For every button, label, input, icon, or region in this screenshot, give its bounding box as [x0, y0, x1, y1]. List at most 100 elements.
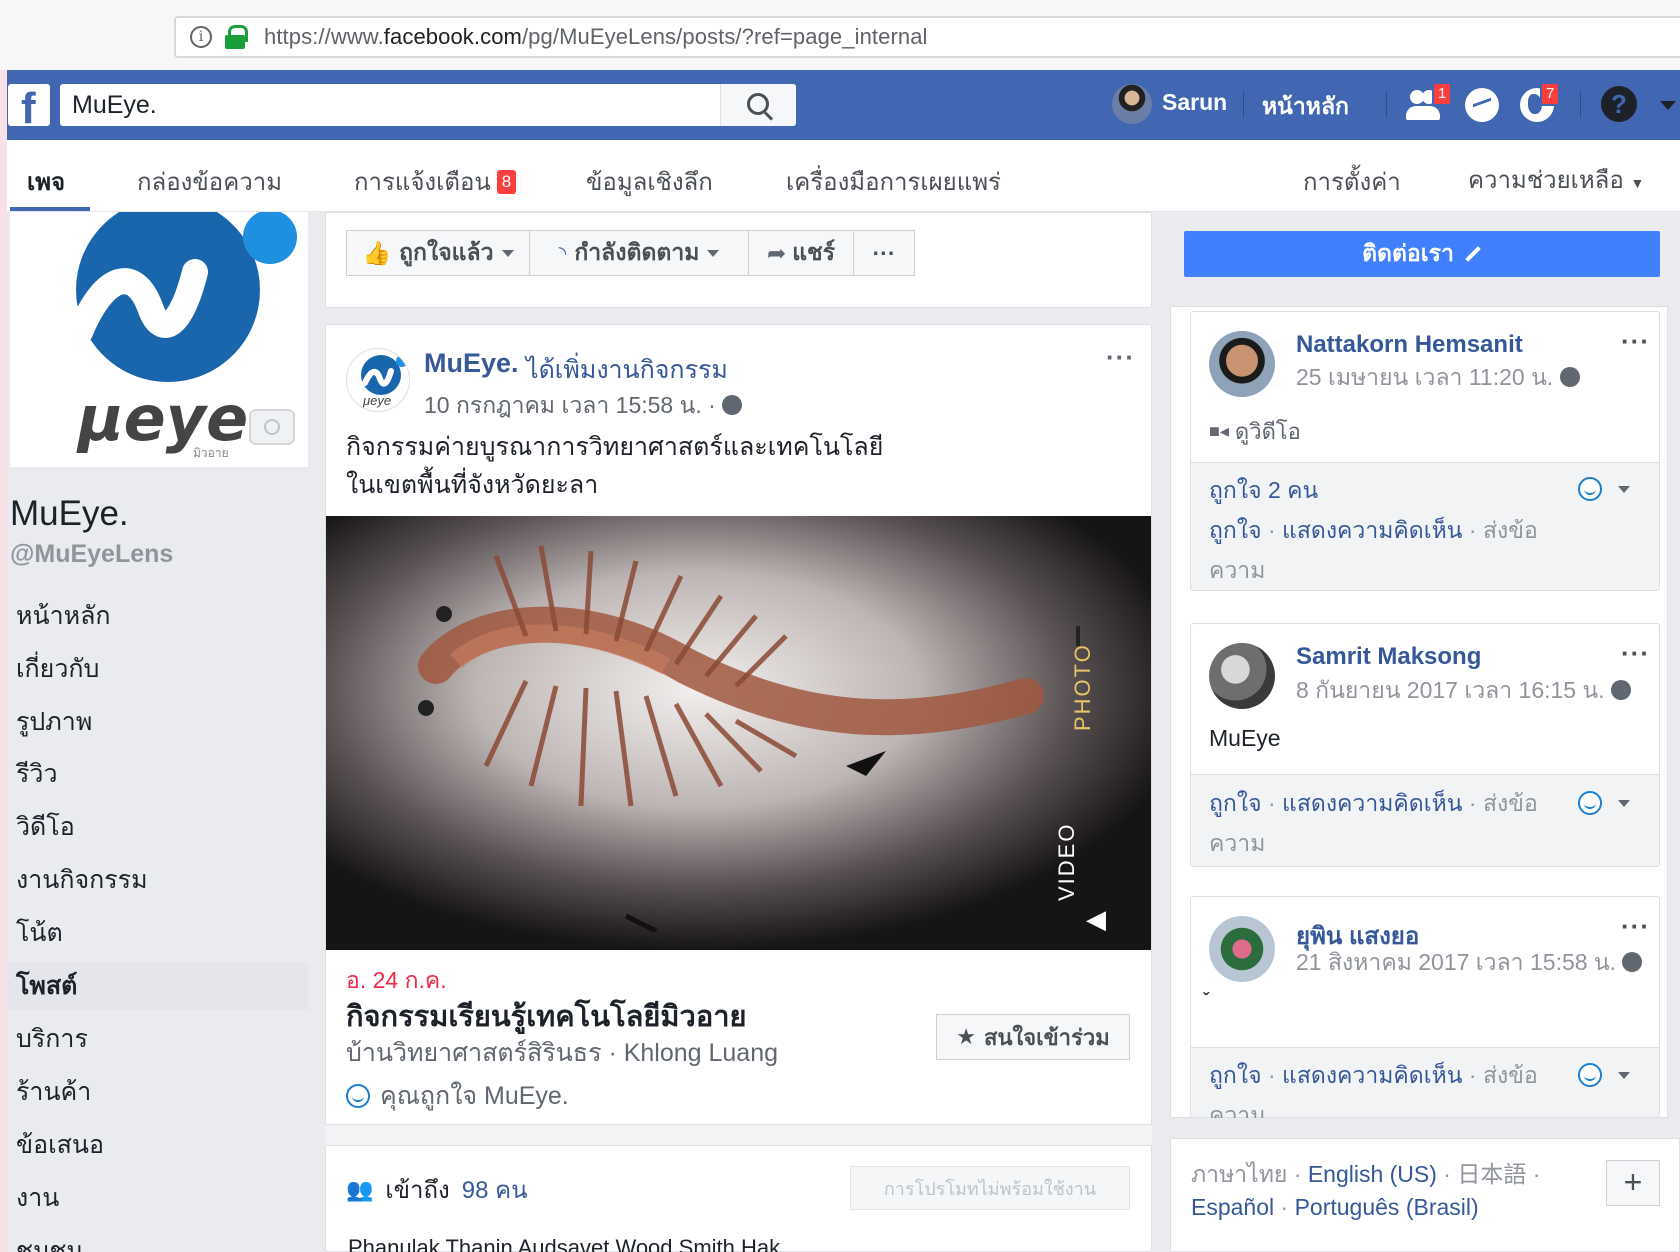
- thumbs-up-icon: 👍: [362, 239, 392, 266]
- review-timestamp[interactable]: 25 เมษายน เวลา 11:20 น.: [1296, 360, 1580, 396]
- left-nav-jobs[interactable]: งาน: [8, 1174, 308, 1222]
- review-like-link[interactable]: ถูกใจ: [1209, 517, 1262, 543]
- review-comment-link[interactable]: แสดงความคิดเห็น: [1282, 1062, 1462, 1088]
- review-actions: ถูกใจ · แสดงความคิดเห็น · ส่งข้อ ความ: [1209, 517, 1538, 583]
- review-timestamp[interactable]: 8 กันยายน 2017 เวลา 16:15 น.: [1296, 673, 1631, 709]
- left-nav-services[interactable]: บริการ: [8, 1015, 308, 1063]
- reviewer-avatar[interactable]: [1209, 331, 1275, 397]
- review-send-link-wrap[interactable]: ความ: [1209, 557, 1265, 583]
- review-send-link[interactable]: ส่งข้อ: [1483, 517, 1538, 543]
- review-video-link[interactable]: ■◂ ดูวิดีโอ: [1209, 414, 1301, 449]
- review-comment-link[interactable]: แสดงความคิดเห็น: [1282, 790, 1462, 816]
- reviewer-name[interactable]: Samrit Maksong: [1296, 643, 1481, 671]
- left-nav-community[interactable]: ชุมชน: [8, 1227, 308, 1252]
- search-input[interactable]: MuEye.: [72, 91, 157, 120]
- caret-down-icon: ▼: [1630, 175, 1645, 191]
- review-options-icon[interactable]: ···: [1621, 911, 1650, 942]
- tab-notifications[interactable]: การแจ้งเตือน 8: [354, 162, 517, 201]
- left-nav-notes[interactable]: โน้ต: [8, 909, 308, 957]
- language-thai[interactable]: ภาษาไทย: [1191, 1161, 1287, 1187]
- post-author-avatar[interactable]: μeye: [346, 348, 410, 412]
- messenger-icon[interactable]: [1465, 88, 1499, 122]
- left-nav-reviews[interactable]: รีวิว: [8, 750, 308, 798]
- review-send-link-wrap[interactable]: ความ: [1209, 1102, 1265, 1118]
- react-as-page-selector[interactable]: [1578, 1063, 1630, 1087]
- address-bar[interactable]: i https://www.facebook.com/pg/MuEyeLens/…: [174, 16, 1680, 58]
- tab-settings[interactable]: การตั้งค่า: [1303, 162, 1401, 201]
- page-profile-picture[interactable]: μeye มิวอาย: [10, 212, 308, 467]
- post-timestamp[interactable]: 10 กรกฎาคม เวลา 15:58 น. ·: [424, 388, 743, 424]
- url-text[interactable]: https://www.facebook.com/pg/MuEyeLens/po…: [264, 24, 928, 50]
- share-button[interactable]: ➦ แชร์: [748, 230, 854, 276]
- friend-requests-badge: 1: [1432, 82, 1453, 106]
- post-reach: 👥 เข้าถึง 98 คน: [346, 1170, 528, 1209]
- reviewer-name[interactable]: Nattakorn Hemsanit: [1296, 331, 1523, 359]
- help-icon[interactable]: ?: [1601, 86, 1637, 122]
- user-name-link[interactable]: Sarun: [1162, 89, 1227, 116]
- interested-button[interactable]: ★ สนใจเข้าร่วม: [936, 1014, 1130, 1060]
- event-location[interactable]: บ้านวิทยาศาสตร์สิรินธร · Khlong Luang: [346, 1033, 778, 1073]
- reviewer-avatar[interactable]: [1209, 916, 1275, 982]
- tab-page[interactable]: เพจ: [27, 162, 65, 201]
- video-camera-icon: ■◂: [1209, 421, 1229, 441]
- language-portuguese[interactable]: Português (Brasil): [1295, 1194, 1479, 1220]
- react-as-page-selector[interactable]: [1578, 477, 1630, 501]
- review-timestamp[interactable]: 21 สิงหาคม 2017 เวลา 15:58 น.: [1296, 945, 1643, 981]
- tab-help[interactable]: ความช่วยเหลือ ▼: [1468, 160, 1644, 199]
- page-title[interactable]: MuEye.: [10, 494, 129, 534]
- contact-us-button[interactable]: ติดต่อเรา: [1184, 231, 1660, 277]
- language-japanese[interactable]: 日本語: [1457, 1161, 1526, 1187]
- active-tab-indicator: [10, 207, 90, 211]
- user-avatar[interactable]: [1112, 84, 1152, 124]
- account-menu-caret-icon[interactable]: [1660, 101, 1676, 110]
- review-options-icon[interactable]: ···: [1621, 326, 1650, 357]
- review-actions: ถูกใจ · แสดงความคิดเห็น · ส่งข้อ ความ: [1209, 790, 1538, 856]
- search-icon[interactable]: [720, 84, 796, 126]
- post-text: กิจกรรมค่ายบูรณาการวิทยาศาสตร์และเทคโนโล…: [346, 428, 1126, 504]
- left-nav-home[interactable]: หน้าหลัก: [8, 592, 308, 640]
- home-link[interactable]: หน้าหลัก: [1262, 89, 1349, 125]
- post-options-icon[interactable]: ···: [1106, 342, 1135, 373]
- post-author-name[interactable]: MuEye.: [424, 348, 519, 379]
- mueye-small-icon: [1578, 791, 1602, 815]
- language-spanish[interactable]: Español: [1191, 1194, 1274, 1220]
- search-box[interactable]: MuEye.: [60, 84, 796, 126]
- event-cover-image[interactable]: PHOTO VIDEO ◀: [326, 516, 1151, 950]
- camera-mode-video-label: VIDEO: [1054, 822, 1079, 901]
- reviewer-avatar[interactable]: [1209, 643, 1275, 709]
- review-comment-link[interactable]: แสดงความคิดเห็น: [1282, 517, 1462, 543]
- reach-count[interactable]: 98 คน: [462, 1170, 528, 1209]
- liked-button[interactable]: 👍 ถูกใจแล้ว: [346, 230, 530, 276]
- post-text-line: ในเขตพื้นที่จังหวัดยะลา: [346, 471, 599, 499]
- review-send-link[interactable]: ส่งข้อ: [1483, 790, 1538, 816]
- left-nav-events[interactable]: งานกิจกรรม: [8, 856, 308, 904]
- left-nav-posts[interactable]: โพสต์: [8, 962, 308, 1010]
- rss-icon: ◝: [558, 242, 567, 265]
- left-nav-about[interactable]: เกี่ยวกับ: [8, 645, 308, 693]
- review-options-icon[interactable]: ···: [1621, 638, 1650, 669]
- review-like-link[interactable]: ถูกใจ: [1209, 790, 1262, 816]
- contact-us-label: ติดต่อเรา: [1362, 240, 1454, 266]
- review-like-count[interactable]: ถูกใจ 2 คน: [1209, 470, 1318, 510]
- tab-insights[interactable]: ข้อมูลเชิงลึก: [586, 162, 713, 201]
- more-options-button[interactable]: ···: [853, 230, 915, 276]
- left-nav-videos[interactable]: วิดีโอ: [8, 803, 308, 851]
- share-label: แชร์: [792, 239, 836, 265]
- tab-inbox[interactable]: กล่องข้อความ: [137, 162, 282, 201]
- post-action-text[interactable]: ได้เพิ่มงานกิจกรรม: [526, 350, 728, 390]
- tab-publishing-tools[interactable]: เครื่องมือการเผยแพร่: [786, 162, 1001, 201]
- page-handle[interactable]: @MuEyeLens: [10, 540, 173, 569]
- left-nav-photos[interactable]: รูปภาพ: [8, 698, 308, 746]
- info-icon[interactable]: i: [190, 26, 212, 48]
- react-as-page-selector[interactable]: [1578, 791, 1630, 815]
- following-button[interactable]: ◝ กำลังติดตาม: [529, 230, 749, 276]
- left-nav-shop[interactable]: ร้านค้า: [8, 1068, 308, 1116]
- review-like-link[interactable]: ถูกใจ: [1209, 1062, 1262, 1088]
- more-languages-button[interactable]: +: [1606, 1160, 1660, 1206]
- review-send-link[interactable]: ส่งข้อ: [1483, 1062, 1538, 1088]
- review-send-link-wrap[interactable]: ความ: [1209, 830, 1265, 856]
- share-arrow-icon: ➦: [766, 239, 787, 266]
- language-english[interactable]: English (US): [1308, 1161, 1437, 1187]
- facebook-logo-icon[interactable]: f: [8, 84, 50, 133]
- left-nav-offers[interactable]: ข้อเสนอ: [8, 1121, 308, 1169]
